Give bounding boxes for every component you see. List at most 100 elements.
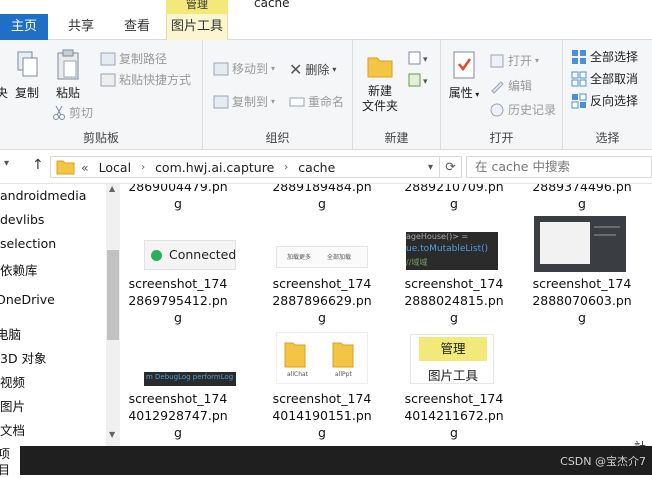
delete-button[interactable]: ✕删除▾ [289, 60, 336, 79]
nav-item-devlibs[interactable]: devlibs [0, 212, 44, 227]
move-to-icon [213, 61, 229, 77]
select-none-button[interactable]: 全部取消 [571, 70, 638, 87]
copy-path-icon [100, 52, 116, 66]
copy-to-dropdown-icon: ▾ [271, 97, 275, 106]
open-button[interactable]: 打开▾ [489, 52, 539, 69]
picture-tools-text: 图片工具 [419, 365, 487, 384]
file-item[interactable]: screenshot_1742888024815.png [396, 275, 512, 326]
move-to-dropdown-icon: ▾ [271, 64, 275, 73]
cut-button[interactable]: 剪切 [52, 104, 93, 121]
tab-view[interactable]: 查看 [110, 14, 164, 40]
paste-shortcut-button[interactable]: 粘贴快捷方式 [100, 71, 191, 88]
folder-a-label: allChat [287, 371, 308, 378]
nav-item-projects[interactable]: 项目 [0, 446, 20, 475]
side-edge-text: 計 [634, 438, 646, 446]
open-dropdown-icon: ▾ [535, 56, 539, 65]
address-bar[interactable]: « Local › com.hwj.ai.capture › cache ▾ ⟳ [50, 156, 462, 178]
copy-to-button[interactable]: 复制到▾ [213, 93, 275, 110]
scroll-down-icon[interactable]: ▼ [109, 430, 115, 439]
address-dropdown-icon[interactable]: ▾ [428, 162, 433, 173]
nav-scrollbar-thumb[interactable] [107, 250, 119, 340]
new-item-icon[interactable]: ▾ [407, 50, 431, 66]
file-item[interactable]: 2889189484.png [264, 184, 380, 212]
scroll-up-icon[interactable]: ▲ [109, 184, 115, 193]
up-arrow-icon[interactable]: ↑ [32, 157, 44, 173]
open-label: 打开 [508, 52, 532, 69]
delete-label: 删除 [305, 61, 329, 78]
nav-item-selection[interactable]: selection [0, 236, 56, 251]
copy-to-label: 复制到 [232, 93, 268, 110]
invert-selection-label: 反向选择 [590, 92, 638, 109]
tab-home[interactable]: 主页 [0, 14, 48, 40]
file-item[interactable]: screenshot_1742887896629.png [264, 275, 380, 326]
copy-button[interactable]: 复制 [10, 48, 44, 101]
new-folder-label-1: 新建 [359, 84, 401, 99]
debuglog-text: m DebugLog performLog [146, 373, 233, 381]
edit-icon [489, 78, 505, 94]
nav-item-this-pc[interactable]: 电脑 [0, 324, 21, 343]
file-item[interactable]: 2889374496.png [524, 184, 640, 212]
nav-item-videos[interactable]: 视频 [0, 372, 25, 391]
breadcrumb-cache[interactable]: cache [298, 160, 335, 175]
svg-text:▾: ▾ [423, 55, 428, 65]
invert-selection-button[interactable]: 反向选择 [571, 92, 638, 109]
search-input[interactable]: 在 cache 中搜索 [466, 156, 652, 178]
move-to-button[interactable]: 移动到▾ [213, 60, 275, 77]
recent-locations-icon[interactable]: ▾ [4, 158, 9, 169]
file-item[interactable]: 2889210709.png [396, 184, 512, 212]
edit-button[interactable]: 编辑 [489, 77, 532, 94]
thumbnail-debuglog: m DebugLog performLog [144, 372, 236, 386]
nav-item-androidmedia[interactable]: androidmedia [0, 188, 86, 203]
tab-picture-tools[interactable]: 图片工具 [166, 14, 228, 40]
select-all-icon [571, 49, 587, 65]
properties-button[interactable]: 属性 ▾ [447, 50, 481, 102]
file-item[interactable]: screenshot_1744012928747.png [120, 390, 236, 441]
taskbar [0, 446, 652, 475]
folder-icon [55, 158, 77, 176]
code-line-1: ageHouse()> = [406, 232, 468, 241]
paste-shortcut-label: 粘贴快捷方式 [119, 71, 191, 88]
new-folder-button[interactable]: 新建 文件夹 [359, 50, 401, 114]
select-all-button[interactable]: 全部选择 [571, 48, 638, 65]
select-all-label: 全部选择 [590, 48, 638, 65]
thumb-button-b: 全部加载 [327, 252, 351, 261]
nav-item-dependency-lib[interactable]: 依赖库 [0, 260, 38, 279]
nav-item-documents[interactable]: 文档 [0, 420, 25, 439]
folder-icon [331, 339, 355, 369]
breadcrumb-package[interactable]: com.hwj.ai.capture [155, 160, 274, 175]
file-item[interactable]: screenshot_1744014190151.png [264, 390, 380, 441]
history-icon [489, 102, 505, 118]
group-label-new: 新建 [353, 129, 440, 146]
copy-path-label: 复制路径 [119, 50, 167, 67]
breadcrumb-local[interactable]: Local [99, 160, 131, 175]
paste-label: 粘贴 [50, 86, 86, 101]
select-none-icon [571, 71, 587, 87]
edit-label: 编辑 [508, 77, 532, 94]
nav-item-pictures[interactable]: 图片 [0, 396, 25, 415]
refresh-icon[interactable]: ⟳ [439, 157, 461, 177]
group-select: 全部选择 全部取消 反向选择 选择 [563, 40, 652, 150]
file-item[interactable]: screenshot_1742888070603.png [524, 275, 640, 326]
breadcrumb-overflow[interactable]: « [81, 160, 89, 175]
status-dot-icon [151, 250, 162, 261]
copy-path-button[interactable]: 复制路径 [100, 50, 167, 67]
group-new: 新建 文件夹 ▾ ▾ 新建 [353, 40, 441, 150]
history-label: 历史记录 [508, 101, 556, 118]
history-button[interactable]: 历史记录 [489, 101, 556, 118]
file-item[interactable]: screenshot_1742869795412.png [120, 275, 236, 326]
easy-access-icon[interactable]: ▾ [407, 72, 431, 88]
file-item[interactable]: screenshot_1744014211672.png [396, 390, 512, 441]
ribbon: 夬 复制 粘贴 复制路径 粘贴快捷方式 剪切 剪贴板 移动到▾ 复制到▾ ✕删除… [0, 40, 652, 150]
rename-button[interactable]: 重命名 [289, 93, 344, 110]
thumbnail-ide [534, 216, 626, 272]
group-label-clipboard: 剪贴板 [0, 129, 202, 146]
nav-item-onedrive[interactable]: OneDrive [0, 292, 55, 307]
paste-button[interactable]: 粘贴 [50, 48, 86, 101]
group-label-select: 选择 [563, 129, 652, 146]
navigation-pane: androidmedia devlibs selection 依赖库 OneDr… [0, 184, 120, 446]
nav-item-3d-objects[interactable]: 3D 对象 [0, 348, 47, 367]
folder-icon [283, 339, 307, 369]
tab-share[interactable]: 共享 [52, 14, 110, 40]
code-line-3: //域域 [406, 257, 427, 268]
file-item[interactable]: 2869004479.png [120, 184, 236, 212]
